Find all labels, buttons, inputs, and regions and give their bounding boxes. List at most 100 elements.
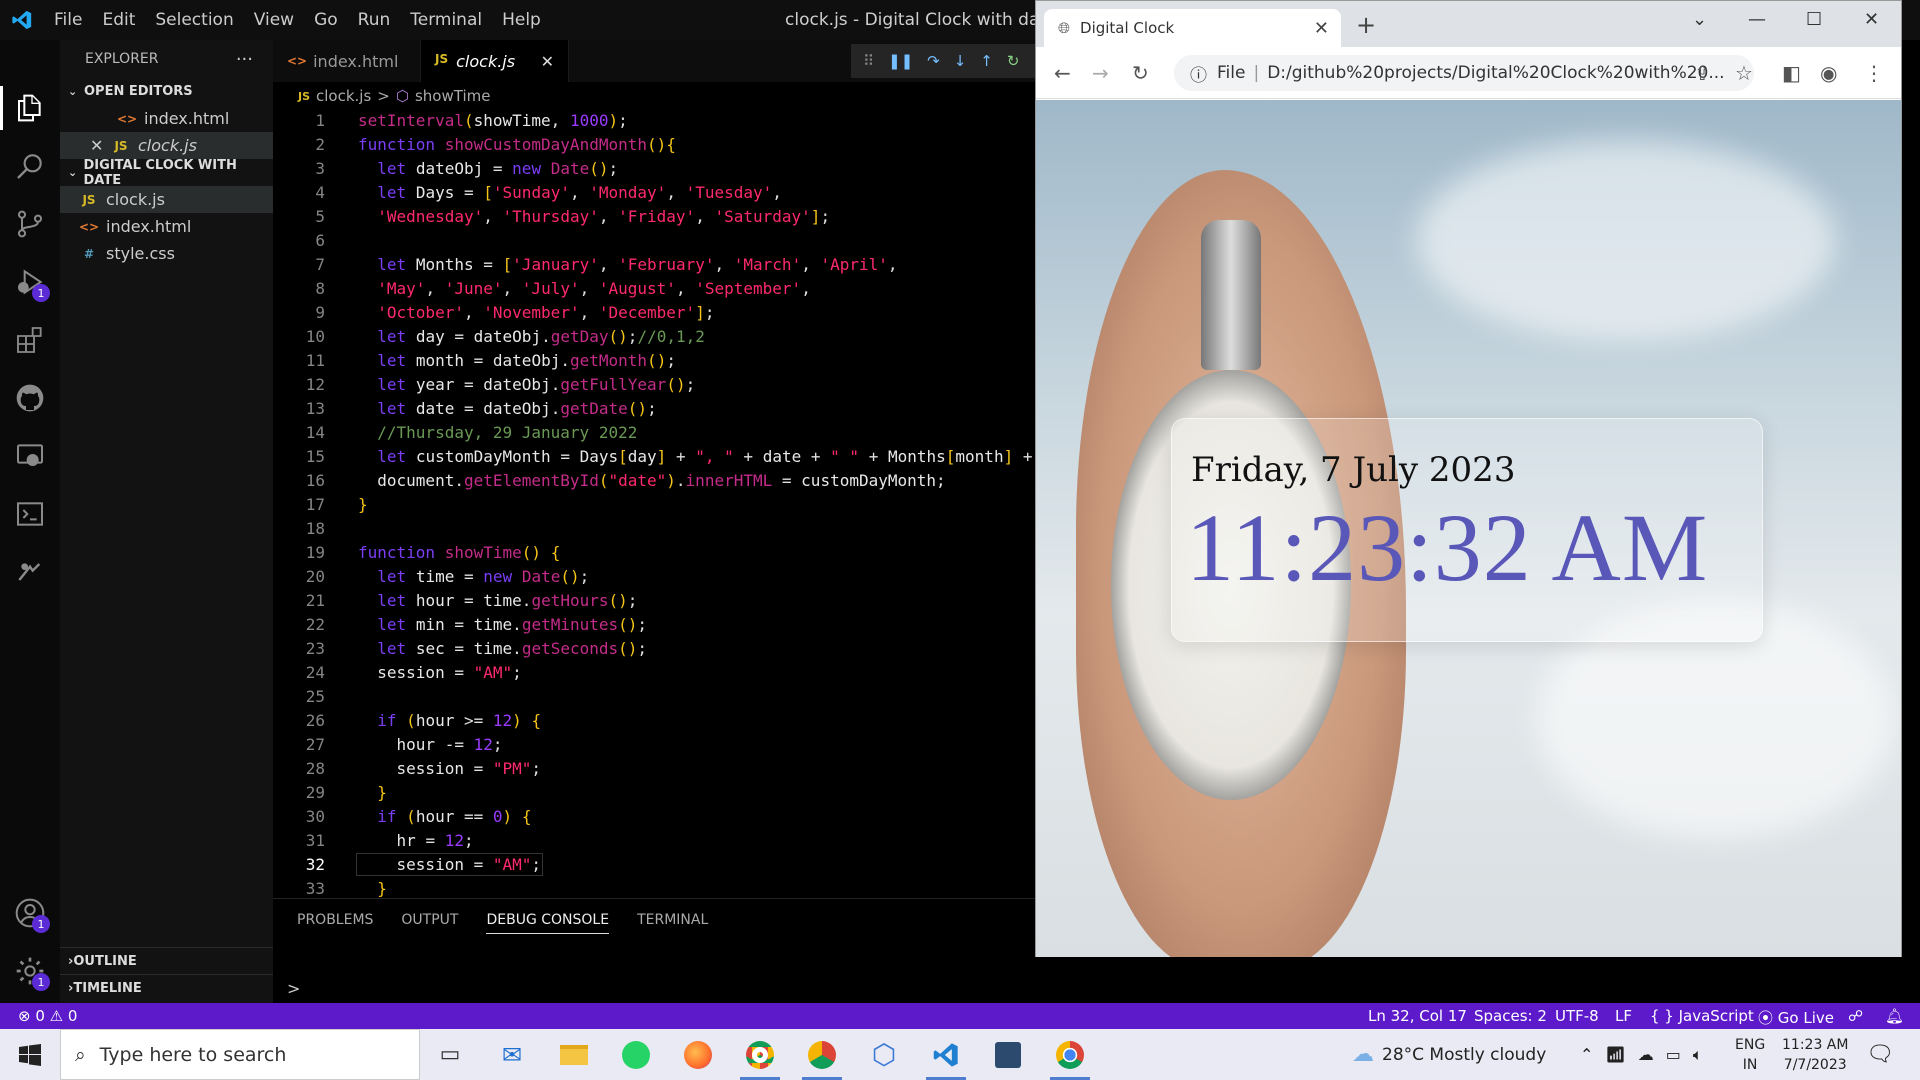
terminal-icon[interactable] (0, 488, 60, 540)
code-line[interactable]: 19 function showTime() { (273, 540, 1035, 564)
file-clock-js[interactable]: JS clock.js (60, 186, 273, 213)
menu-help[interactable]: Help (492, 10, 551, 30)
code-line[interactable]: 1 setInterval(showTime, 1000); (273, 108, 1035, 132)
settings-gear-icon[interactable]: 1 (0, 945, 60, 997)
github-icon[interactable] (0, 372, 60, 424)
code-line[interactable]: 4 let Days = ['Sunday', 'Monday', 'Tuesd… (273, 180, 1035, 204)
code-line[interactable]: 33 } (273, 876, 1035, 900)
code-line[interactable]: 7 let Months = ['January', 'February', '… (273, 252, 1035, 276)
restart-icon[interactable]: ↻ (1007, 52, 1020, 70)
task-view-icon[interactable]: ▭ (422, 1029, 478, 1080)
code-line[interactable]: 23 let sec = time.getSeconds(); (273, 636, 1035, 660)
cloud-sync-icon[interactable]: ☁ (1638, 1045, 1654, 1064)
snipping-tool-icon[interactable] (980, 1029, 1036, 1080)
input-language[interactable]: ENG IN (1735, 1029, 1765, 1080)
menu-terminal[interactable]: Terminal (400, 10, 492, 30)
code-line[interactable]: 32 session = "AM"; (273, 852, 1035, 876)
breadcrumb-file[interactable]: clock.js (316, 87, 371, 105)
menu-run[interactable]: Run (348, 10, 401, 30)
cursor-position[interactable]: Ln 32, Col 17 (1368, 1007, 1467, 1025)
forward-arrow-icon[interactable]: → (1092, 61, 1109, 85)
open-editors-section[interactable]: ⌄ OPEN EDITORS (60, 78, 273, 105)
code-editor[interactable]: 1 setInterval(showTime, 1000); 2 function s… (273, 108, 1035, 938)
explorer-more-button[interactable]: ··· (236, 49, 253, 70)
code-line[interactable]: 29 } (273, 780, 1035, 804)
mail-icon[interactable]: ✉ (484, 1029, 540, 1080)
info-icon[interactable]: ⓘ (1190, 61, 1207, 86)
new-tab-button[interactable]: + (1356, 11, 1376, 39)
code-line[interactable]: 27 hour -= 12; (273, 732, 1035, 756)
taskbar-search[interactable]: ⌕ Type here to search (60, 1029, 420, 1080)
tab-problems[interactable]: PROBLEMS (297, 912, 373, 928)
code-line[interactable]: 24 session = "AM"; (273, 660, 1035, 684)
debug-console-input[interactable]: > (287, 979, 300, 998)
bookmark-star-icon[interactable]: ☆ (1735, 61, 1753, 85)
problems-status[interactable]: ⊗ 0 ⚠ 0 (18, 1007, 77, 1025)
code-line[interactable]: 9 'October', 'November', 'December']; (273, 300, 1035, 324)
tray-overflow-chevron-icon[interactable]: ⌃ (1580, 1045, 1593, 1064)
go-live-button[interactable]: ⦿ Go Live (1758, 1007, 1834, 1028)
system-clock[interactable]: 11:23 AM 7/7/2023 (1782, 1029, 1848, 1080)
code-line[interactable]: 30 if (hour == 0) { (273, 804, 1035, 828)
code-line[interactable]: 22 let min = time.getMinutes(); (273, 612, 1035, 636)
vscode-logo-icon[interactable] (0, 0, 44, 40)
code-line[interactable]: 5 'Wednesday', 'Thursday', 'Friday', 'Sa… (273, 204, 1035, 228)
share-icon[interactable]: ⇪ (1694, 61, 1711, 85)
close-tab-icon[interactable]: ✕ (1314, 18, 1329, 39)
menu-view[interactable]: View (244, 10, 304, 30)
menu-go[interactable]: Go (304, 10, 348, 30)
vscode-taskbar-icon[interactable] (918, 1029, 974, 1080)
weather-widget[interactable]: ☁ 28°C Mostly cloudy (1352, 1029, 1546, 1080)
tab-terminal[interactable]: TERMINAL (637, 912, 708, 928)
file-explorer-icon[interactable] (546, 1029, 602, 1080)
notifications-bell-icon[interactable]: 🔔︎ (1885, 1007, 1904, 1025)
code-line[interactable]: 18 (273, 516, 1035, 540)
open-editor-clock-js[interactable]: ✕ JS clock.js (60, 132, 273, 159)
address-bar[interactable]: ⓘ File | D:/github%20projects/Digital%20… (1174, 55, 1754, 91)
code-line[interactable]: 12 let year = dateObj.getFullYear(); (273, 372, 1035, 396)
code-line[interactable]: 31 hr = 12; (273, 828, 1035, 852)
wifi-icon[interactable]: 📶︎ (1605, 1045, 1625, 1064)
chrome-icon[interactable] (1042, 1029, 1098, 1080)
project-section[interactable]: ⌄ DIGITAL CLOCK WITH DATE (60, 158, 273, 188)
step-out-icon[interactable]: ↑ (980, 52, 993, 70)
feedback-icon[interactable]: ☍ (1848, 1007, 1863, 1025)
tab-close-icon[interactable]: ✕ (541, 52, 554, 71)
code-line[interactable]: 6 (273, 228, 1035, 252)
side-panel-icon[interactable]: ◧ (1782, 61, 1801, 85)
encoding[interactable]: UTF-8 (1555, 1007, 1599, 1025)
code-line[interactable]: 14 //Thursday, 29 January 2022 (273, 420, 1035, 444)
volume-icon[interactable]: 🔈︎ (1693, 1045, 1703, 1065)
live-share-icon[interactable] (0, 546, 60, 598)
code-line[interactable]: 17} (273, 492, 1035, 516)
battery-icon[interactable]: ▭ (1666, 1045, 1681, 1064)
browser-tab-digital-clock[interactable]: 🌐︎ Digital Clock ✕ (1044, 9, 1341, 47)
chrome-profile-icon[interactable] (732, 1029, 788, 1080)
menu-edit[interactable]: Edit (92, 10, 145, 30)
extensions-icon[interactable] (0, 314, 60, 366)
code-line[interactable]: 13 let date = dateObj.getDate(); (273, 396, 1035, 420)
firefox-icon[interactable] (670, 1029, 726, 1080)
timeline-section[interactable]: › TIMELINE (60, 974, 273, 1001)
code-line[interactable]: 20 let time = new Date(); (273, 564, 1035, 588)
back-arrow-icon[interactable]: ← (1054, 61, 1071, 85)
menu-selection[interactable]: Selection (145, 10, 243, 30)
open-editor-index-html[interactable]: <> index.html (60, 105, 273, 132)
menu-file[interactable]: File (44, 10, 92, 30)
chrome-profile-2-icon[interactable] (794, 1029, 850, 1080)
outline-section[interactable]: › OUTLINE (60, 947, 273, 974)
whatsapp-icon[interactable] (608, 1029, 664, 1080)
line-ending[interactable]: LF (1615, 1007, 1632, 1025)
chrome-menu-icon[interactable]: ⋮ (1864, 61, 1884, 85)
breadcrumb-symbol[interactable]: showTime (415, 87, 490, 105)
tab-output[interactable]: OUTPUT (401, 912, 458, 928)
code-line[interactable]: 3 let dateObj = new Date(); (273, 156, 1035, 180)
maximize-icon[interactable]: ☐ (1806, 9, 1822, 30)
source-control-icon[interactable] (0, 198, 60, 250)
step-into-icon[interactable]: ↓ (954, 52, 967, 70)
language-mode[interactable]: { } JavaScript (1650, 1007, 1754, 1025)
file-style-css[interactable]: # style.css (60, 240, 273, 267)
tab-clock-js[interactable]: JS clock.js ✕ (421, 40, 569, 82)
windows-start-icon[interactable] (2, 1029, 58, 1080)
code-line[interactable]: 28 session = "PM"; (273, 756, 1035, 780)
